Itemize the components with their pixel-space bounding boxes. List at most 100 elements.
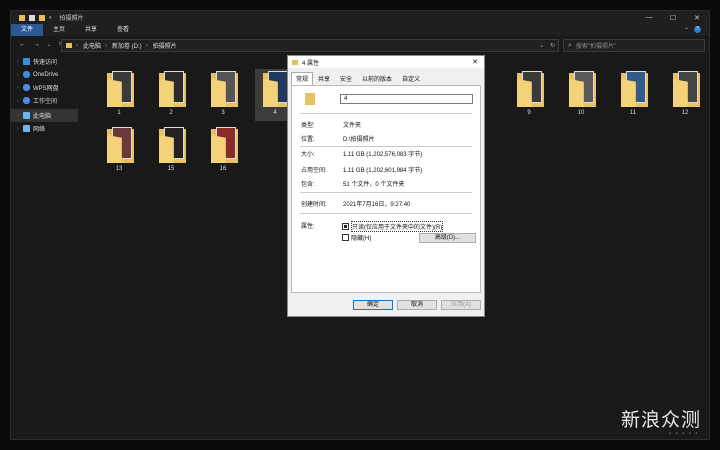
cancel-button[interactable]: 取消: [397, 300, 437, 310]
tab-file[interactable]: 文件: [11, 24, 44, 36]
sidebar-item-label: 网络: [33, 127, 46, 133]
sidebar-item[interactable]: › 网络: [11, 122, 78, 135]
folder-item[interactable]: 16: [203, 125, 243, 177]
folder-name: 16: [219, 166, 227, 172]
size-label: 大小:: [301, 152, 315, 158]
folder-name: 3: [221, 110, 225, 116]
tab-sharing[interactable]: 共享: [313, 72, 335, 85]
folder-icon: [107, 127, 134, 163]
readonly-checkbox[interactable]: 只读(仅应用于文件夹中的文件)(R): [342, 221, 444, 232]
folder-icon: [211, 127, 238, 163]
attributes-label: 属性:: [301, 224, 315, 230]
address-row: ← → ⌄ ↑ › 此电脑 › 新加卷 (D:) › 拍摄照片 ⌄ ↻ ⌕ 搜索…: [11, 37, 709, 53]
close-icon[interactable]: ✕: [472, 58, 478, 66]
folder-item[interactable]: 12: [665, 69, 705, 121]
refresh-icon[interactable]: ↻: [550, 42, 555, 49]
folder-icon: [673, 71, 700, 107]
type-label: 类型:: [301, 123, 315, 129]
hidden-checkbox[interactable]: 隐藏(H): [342, 233, 371, 242]
sidebar-item[interactable]: › 快速访问: [11, 55, 78, 68]
cloud-icon: [23, 97, 30, 104]
sidebar-item-label: 工作空间: [33, 99, 58, 105]
network-icon: [23, 125, 30, 132]
recent-chevron-icon[interactable]: ⌄: [47, 41, 51, 50]
advanced-button[interactable]: 高级(D)...: [419, 233, 476, 243]
tab-customize[interactable]: 自定义: [397, 72, 425, 85]
sidebar-item[interactable]: › 此电脑: [11, 109, 78, 122]
tab-security[interactable]: 安全: [335, 72, 357, 85]
forward-arrow-icon[interactable]: →: [33, 41, 40, 50]
location-value: D:\拍摄照片: [343, 137, 375, 143]
folder-item[interactable]: 10: [561, 69, 601, 121]
tab-previous-versions[interactable]: 以前的版本: [357, 72, 397, 85]
address-bar[interactable]: › 此电脑 › 新加卷 (D:) › 拍摄照片 ⌄ ↻: [61, 39, 559, 52]
folder-name: 1: [117, 110, 121, 116]
breadcrumb-folder[interactable]: 拍摄照片: [153, 41, 177, 50]
chevron-right-icon[interactable]: ›: [146, 43, 148, 49]
checkbox-indeterminate-icon[interactable]: [342, 223, 349, 230]
tab-share[interactable]: 共享: [75, 24, 107, 36]
checkbox-icon[interactable]: [342, 234, 349, 241]
search-placeholder: 搜索"拍摄照片": [575, 44, 617, 50]
minimize-button[interactable]: —: [637, 11, 661, 24]
readonly-label: 只读(仅应用于文件夹中的文件)(R): [351, 221, 444, 232]
folder-item[interactable]: 11: [613, 69, 653, 121]
chevron-down-icon[interactable]: ▾: [49, 15, 52, 21]
chevron-down-icon[interactable]: ⌄: [684, 24, 689, 31]
tab-home[interactable]: 主页: [43, 24, 75, 36]
apply-button[interactable]: 应用(A): [441, 300, 481, 310]
folder-icon: [292, 59, 298, 65]
divider: [300, 113, 472, 114]
disk-size-label: 占用空间:: [301, 168, 327, 174]
folder-item[interactable]: 15: [151, 125, 191, 177]
folder-item[interactable]: 2: [151, 69, 191, 121]
window-controls: — ☐ ✕: [637, 11, 709, 24]
new-folder-icon[interactable]: [39, 14, 45, 21]
watermark: 新浪众测: [620, 409, 701, 431]
folder-name: 2: [169, 110, 173, 116]
computer-icon: [23, 112, 30, 119]
ribbon-tabs: 文件 主页 共享 查看 ⌄ ?: [11, 24, 709, 36]
folder-icon: [211, 71, 238, 107]
folder-name: 13: [115, 166, 123, 172]
divider: [300, 213, 472, 214]
ok-button[interactable]: 确定: [353, 300, 393, 310]
chevron-right-icon[interactable]: ›: [76, 43, 78, 49]
hidden-label: 隐藏(H): [351, 236, 372, 242]
search-box[interactable]: ⌕ 搜索"拍摄照片": [563, 39, 705, 52]
tab-general[interactable]: 常规: [291, 72, 314, 85]
quick-access-toolbar: ▾: [19, 14, 52, 21]
folder-item[interactable]: 1: [99, 69, 139, 121]
folder-item[interactable]: 13: [99, 125, 139, 177]
breadcrumb-this-pc[interactable]: 此电脑: [83, 41, 101, 50]
folder-name: 10: [577, 110, 585, 116]
folder-icon: [263, 71, 290, 107]
breadcrumb-drive[interactable]: 新加卷 (D:): [112, 41, 142, 50]
folder-icon: [66, 43, 72, 48]
help-icon[interactable]: ?: [694, 26, 701, 33]
sidebar-item[interactable]: › OneDrive: [11, 68, 78, 81]
disk-size-value: 1.11 GB (1,202,601,984 字节): [343, 168, 423, 174]
close-button[interactable]: ✕: [685, 11, 709, 24]
folder-item[interactable]: 3: [203, 69, 243, 121]
folder-name: 11: [629, 110, 637, 116]
maximize-button[interactable]: ☐: [661, 11, 685, 24]
folder-item[interactable]: 9: [509, 69, 549, 121]
folder-icon: [621, 71, 648, 107]
cloud-icon: [23, 84, 30, 91]
folder-name-field[interactable]: 4: [340, 94, 473, 104]
sidebar-item[interactable]: › WPS网盘: [11, 81, 78, 94]
properties-icon[interactable]: [29, 14, 35, 21]
sidebar-item[interactable]: › 工作空间: [11, 94, 78, 107]
chevron-down-icon[interactable]: ⌄: [539, 42, 544, 49]
dialog-tabs: 常规 共享 安全 以前的版本 自定义: [288, 72, 484, 85]
folder-icon[interactable]: [19, 14, 25, 21]
back-arrow-icon[interactable]: ←: [19, 41, 26, 50]
location-label: 位置:: [301, 137, 315, 143]
tab-view[interactable]: 查看: [107, 24, 139, 36]
folder-icon: [159, 127, 186, 163]
dialog-title-bar: 4 属性 ✕: [288, 56, 484, 68]
sidebar-item-label: WPS网盘: [33, 86, 59, 92]
folder-icon: [159, 71, 186, 107]
chevron-right-icon[interactable]: ›: [105, 43, 107, 49]
